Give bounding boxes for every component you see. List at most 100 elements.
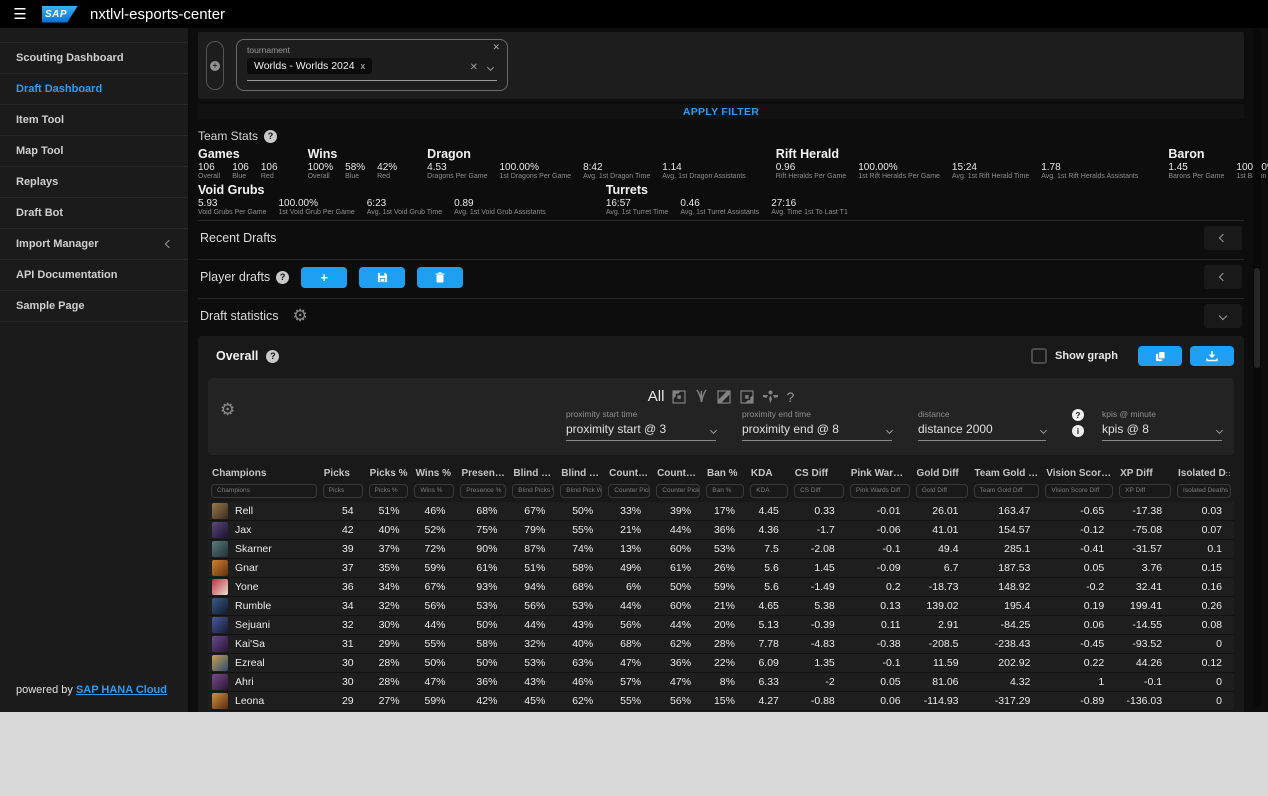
add-filter-button[interactable]: + bbox=[206, 41, 224, 90]
player-drafts-collapse-button[interactable] bbox=[1204, 265, 1242, 289]
help-icon[interactable]: ? bbox=[1072, 409, 1084, 421]
help-icon[interactable]: ? bbox=[276, 271, 289, 284]
table-row-gnar[interactable]: Gnar3735%59%61%51%58%49%61%26%5.61.45-0.… bbox=[208, 559, 1234, 578]
column-header-xp-diff[interactable]: XP Diff bbox=[1116, 465, 1174, 482]
column-header-counter-pick-wins[interactable]: Counter P... bbox=[653, 465, 703, 482]
dropdown-value: proximity end @ 8 bbox=[742, 422, 839, 436]
column-filter-input-gold-diff[interactable]: Gold Diff bbox=[916, 484, 968, 498]
dropdown-kpis-minute[interactable]: kpis @ minutekpis @ 8 bbox=[1102, 409, 1222, 441]
column-filter-input-counter-pick-wins[interactable]: Counter Pick Wins % bbox=[656, 484, 700, 498]
column-filter-input-blind-picks[interactable]: Blind Picks % bbox=[512, 484, 554, 498]
column-filter-input-kda[interactable]: KDA bbox=[750, 484, 788, 498]
column-filter-input-ban[interactable]: Ban % bbox=[706, 484, 744, 498]
table-row-ezreal[interactable]: Ezreal3028%50%50%53%63%47%36%22%6.091.35… bbox=[208, 654, 1234, 673]
delete-draft-button[interactable] bbox=[417, 267, 463, 288]
table-row-jhin[interactable]: Jhin2826%46%38%29%50%71%45%11%7.771-0.28… bbox=[208, 711, 1234, 712]
column-filter-input-pink-wards-diff[interactable]: Pink Wards Diff bbox=[850, 484, 910, 498]
sidebar-item-replays[interactable]: Replays bbox=[0, 167, 188, 198]
column-filter-input-counter-pick[interactable]: Counter Pick % bbox=[608, 484, 650, 498]
dropdown-distance[interactable]: distancedistance 2000 bbox=[918, 409, 1046, 441]
cell: 56% bbox=[412, 600, 458, 612]
column-filter-input-picks[interactable]: Picks % bbox=[369, 484, 409, 498]
role-filter-unknown[interactable]: ? bbox=[786, 389, 794, 405]
role-filter-support-icon[interactable] bbox=[762, 389, 779, 405]
table-row-kai-sa[interactable]: Kai'Sa3129%55%58%32%40%68%62%28%7.78-4.8… bbox=[208, 635, 1234, 654]
column-header-kda[interactable]: KDA bbox=[747, 465, 791, 482]
column-filter-input-champions[interactable]: Champions bbox=[211, 484, 317, 498]
close-filter-icon[interactable]: ✕ bbox=[492, 42, 500, 53]
info-icon[interactable]: i bbox=[1072, 425, 1084, 437]
tournament-filter-field[interactable]: tournament Worlds - Worlds 2024 x ✕ ✕ bbox=[236, 39, 508, 91]
column-header-wins[interactable]: Wins % bbox=[412, 465, 458, 482]
column-header-cs-diff[interactable]: CS Diff bbox=[791, 465, 847, 482]
chip-remove-icon[interactable]: x bbox=[361, 61, 366, 71]
column-filter-input-wins[interactable]: Wins % bbox=[414, 484, 454, 498]
sidebar-item-sample-page[interactable]: Sample Page bbox=[0, 291, 188, 322]
expand-icon[interactable] bbox=[1226, 469, 1230, 479]
recent-drafts-collapse-button[interactable] bbox=[1204, 226, 1242, 250]
role-filter-top-icon[interactable] bbox=[671, 389, 687, 405]
table-row-sejuani[interactable]: Sejuani3230%44%50%44%43%56%44%20%5.13-0.… bbox=[208, 616, 1234, 635]
role-filter-bot-icon[interactable] bbox=[739, 389, 755, 405]
hamburger-menu-icon[interactable]: ☰ bbox=[10, 5, 30, 23]
download-button[interactable] bbox=[1190, 346, 1234, 366]
column-header-champions[interactable]: Champions bbox=[208, 465, 320, 482]
column-filter-input-picks[interactable]: Picks bbox=[323, 484, 363, 498]
column-filter-input-vision-score-diff[interactable]: Vision Score Diff bbox=[1045, 484, 1113, 498]
sidebar-item-draft-dashboard[interactable]: Draft Dashboard bbox=[0, 74, 188, 105]
table-row-jax[interactable]: Jax4240%52%75%79%55%21%44%36%4.36-1.7-0.… bbox=[208, 521, 1234, 540]
column-filter-input-blind-pick-win[interactable]: Blind Pick Win % bbox=[560, 484, 602, 498]
column-filter-input-isolated-deaths-1500[interactable]: Isolated Deaths 1500 bbox=[1177, 484, 1231, 498]
sap-hana-cloud-link[interactable]: SAP HANA Cloud bbox=[76, 684, 167, 696]
table-row-leona[interactable]: Leona2927%59%42%45%62%55%56%15%4.27-0.88… bbox=[208, 692, 1234, 711]
gear-icon[interactable]: ⚙ bbox=[220, 400, 235, 420]
table-row-rumble[interactable]: Rumble3432%56%53%56%53%44%60%21%4.655.38… bbox=[208, 597, 1234, 616]
table-row-yone[interactable]: Yone3634%67%93%94%68%6%50%59%5.6-1.490.2… bbox=[208, 578, 1234, 597]
sidebar-item-api-documentation[interactable]: API Documentation bbox=[0, 260, 188, 291]
draft-statistics-collapse-button[interactable] bbox=[1204, 304, 1242, 328]
dropdown-proximity-end-time[interactable]: proximity end timeproximity end @ 8 bbox=[742, 409, 892, 441]
column-header-presence[interactable]: Presence % bbox=[457, 465, 509, 482]
copy-button[interactable] bbox=[1138, 346, 1182, 366]
column-header-picks[interactable]: Picks bbox=[320, 465, 366, 482]
role-filter-jungle-icon[interactable] bbox=[694, 389, 709, 405]
add-draft-button[interactable]: + bbox=[301, 267, 347, 288]
table-row-skarner[interactable]: Skarner3937%72%90%87%74%13%60%53%7.5-2.0… bbox=[208, 540, 1234, 559]
column-header-pink-wards-diff[interactable]: Pink Wards Diff bbox=[847, 465, 913, 482]
role-filter-mid-icon[interactable] bbox=[716, 389, 732, 405]
column-header-isolated-deaths-1500[interactable]: Isolated D bbox=[1174, 465, 1234, 482]
help-icon[interactable]: ? bbox=[264, 130, 277, 143]
column-header-team-gold-diff[interactable]: Team Gold Diff bbox=[970, 465, 1042, 482]
clear-field-icon[interactable]: ✕ bbox=[470, 62, 478, 73]
role-filter-all[interactable]: All bbox=[648, 388, 665, 405]
tournament-chip[interactable]: Worlds - Worlds 2024 x bbox=[247, 58, 372, 74]
sidebar-item-item-tool[interactable]: Item Tool bbox=[0, 105, 188, 136]
column-filter-input-xp-diff[interactable]: XP Diff bbox=[1119, 484, 1171, 498]
column-header-picks[interactable]: Picks % bbox=[366, 465, 412, 482]
column-filter-input-cs-diff[interactable]: CS Diff bbox=[794, 484, 844, 498]
sidebar-item-draft-bot[interactable]: Draft Bot bbox=[0, 198, 188, 229]
column-header-blind-pick-win[interactable]: Blind Pick... bbox=[557, 465, 605, 482]
apply-filter-button[interactable]: APPLY FILTER bbox=[198, 104, 1244, 119]
stat-label: Avg. 1st Dragon Time bbox=[583, 173, 650, 180]
save-draft-button[interactable] bbox=[359, 267, 405, 288]
table-row-rell[interactable]: Rell5451%46%68%67%50%33%39%17%4.450.33-0… bbox=[208, 502, 1234, 521]
column-header-gold-diff[interactable]: Gold Diff bbox=[913, 465, 971, 482]
dropdown-proximity-start-time[interactable]: proximity start timeproximity start @ 3 bbox=[566, 409, 716, 441]
show-graph-checkbox[interactable] bbox=[1031, 348, 1047, 364]
column-header-counter-pick[interactable]: Counter P... bbox=[605, 465, 653, 482]
column-header-vision-score-diff[interactable]: Vision Score Diff bbox=[1042, 465, 1116, 482]
scrollbar-thumb[interactable] bbox=[1254, 268, 1260, 368]
column-header-blind-picks[interactable]: Blind Pick... bbox=[509, 465, 557, 482]
column-header-ban[interactable]: Ban % bbox=[703, 465, 747, 482]
table-row-ahri[interactable]: Ahri3028%47%36%43%46%57%47%8%6.33-20.058… bbox=[208, 673, 1234, 692]
sidebar-item-import-manager[interactable]: Import Manager bbox=[0, 229, 188, 260]
vertical-scrollbar[interactable] bbox=[1253, 30, 1261, 706]
gear-icon[interactable]: ⚙ bbox=[293, 306, 308, 326]
column-filter-input-presence[interactable]: Presence % bbox=[460, 484, 506, 498]
sidebar-item-scouting-dashboard[interactable]: Scouting Dashboard bbox=[0, 42, 188, 74]
sidebar-item-map-tool[interactable]: Map Tool bbox=[0, 136, 188, 167]
chevron-down-icon[interactable] bbox=[487, 64, 494, 71]
help-icon[interactable]: ? bbox=[266, 350, 279, 363]
column-filter-input-team-gold-diff[interactable]: Team Gold Diff bbox=[974, 484, 1040, 498]
